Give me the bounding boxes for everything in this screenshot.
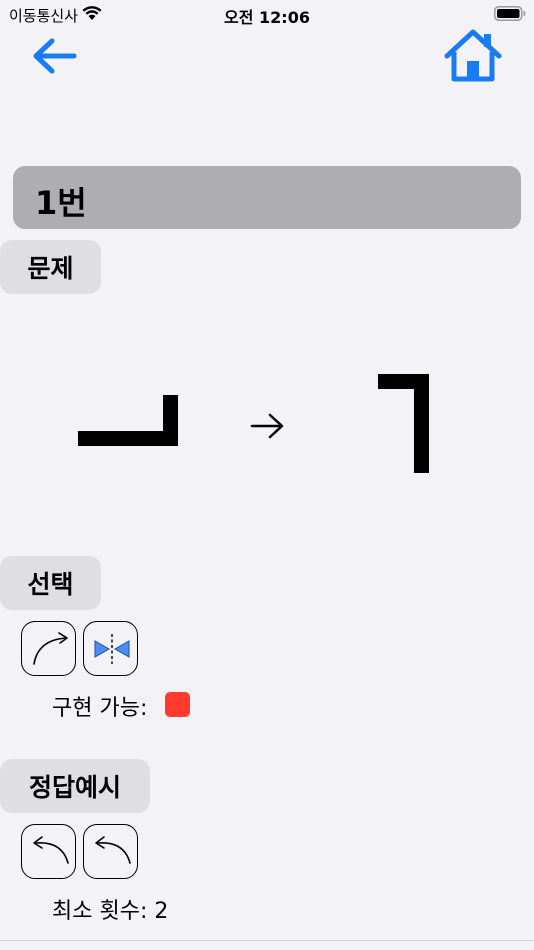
answer-step-2-button[interactable] — [83, 824, 138, 879]
battery-icon — [494, 6, 526, 25]
mirror-horizontal-icon — [94, 634, 130, 664]
min-count-label: 최소 횟수: — [52, 899, 148, 924]
mirror-horizontal-button[interactable] — [83, 621, 138, 676]
back-button[interactable] — [30, 36, 78, 76]
rotate-counterclockwise-icon — [33, 836, 69, 864]
problem-display — [0, 300, 534, 540]
rotate-clockwise-icon — [33, 632, 68, 665]
arrow-right-icon — [250, 413, 284, 439]
possible-status-indicator — [165, 692, 190, 717]
section-choice-label: 선택 — [0, 556, 101, 610]
question-title-bar: 1번 — [13, 166, 521, 229]
status-bar: 이동통신사 오전 12:06 — [0, 0, 534, 28]
rotate-clockwise-button[interactable] — [21, 621, 76, 676]
status-time: 오전 12:06 — [224, 8, 310, 27]
section-problem-label: 문제 — [0, 240, 101, 294]
min-count-row: 최소 횟수: 2 — [52, 893, 168, 925]
section-answer-example-label: 정답예시 — [0, 759, 150, 813]
answer-step-1-button[interactable] — [21, 824, 76, 879]
problem-from-shape — [78, 395, 178, 446]
home-button[interactable] — [444, 28, 502, 82]
arrow-left-icon — [33, 38, 77, 74]
house-icon — [444, 29, 502, 82]
bottom-divider — [0, 940, 534, 941]
nav-bar — [0, 28, 534, 88]
possible-label: 구현 가능: — [52, 696, 148, 721]
problem-to-shape — [378, 374, 429, 473]
min-count-value: 2 — [154, 899, 169, 924]
question-title: 1번 — [35, 184, 87, 222]
rotate-counterclockwise-icon — [95, 836, 131, 864]
